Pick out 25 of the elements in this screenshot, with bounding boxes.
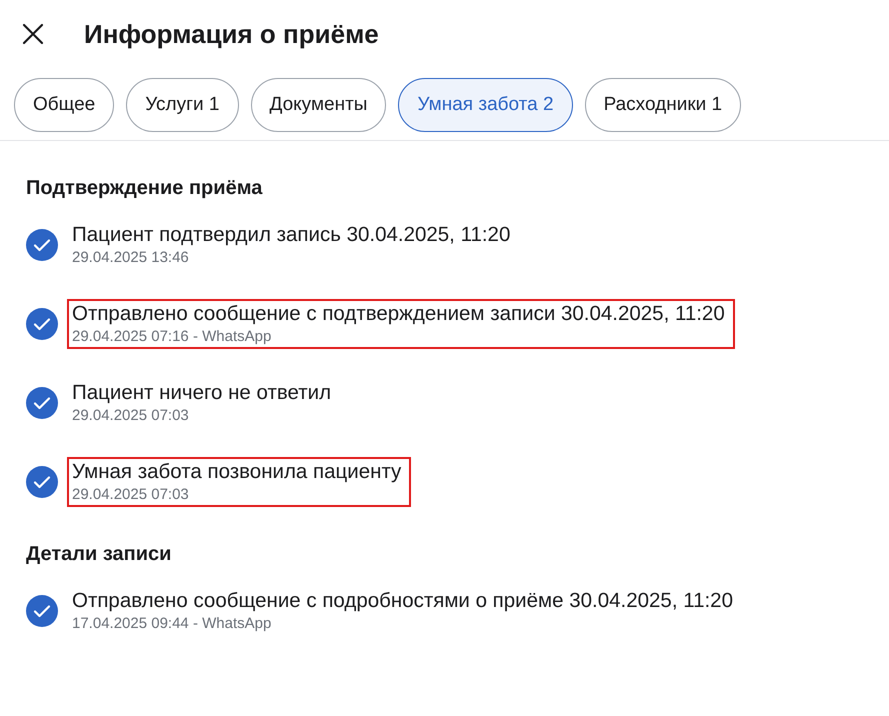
tab[interactable]: Документы xyxy=(250,78,386,132)
event-timestamp: 29.04.2025 07:03 xyxy=(72,407,190,424)
event-timestamp: 17.04.2025 09:44 - WhatsApp xyxy=(72,615,272,632)
event-text: Пациент подтвердил запись 30.04.2025, 11:20 xyxy=(72,223,510,247)
section-title: Детали записи xyxy=(26,543,172,566)
event-text: Умная забота позвонила пациенту xyxy=(72,460,402,484)
check-circle-icon xyxy=(26,595,58,627)
event-text: Отправлено сообщение с подробностями о приёме 30.04.2025, 11:20 xyxy=(72,589,733,613)
tab[interactable]: Услуги 1 xyxy=(126,78,238,132)
event-timestamp: 29.04.2025 07:03 xyxy=(72,486,190,503)
dialog-title: Информация о приёме xyxy=(84,18,379,50)
check-circle-icon xyxy=(26,308,58,340)
event-timestamp: 29.04.2025 07:16 - WhatsApp xyxy=(72,328,272,345)
check-circle-icon xyxy=(26,387,58,419)
close-button[interactable] xyxy=(20,21,46,47)
event-text: Отправлено сообщение с подтверждением записи 30.04.2025, 11:20 xyxy=(72,302,725,326)
event-timestamp: 29.04.2025 13:46 xyxy=(72,249,190,266)
check-circle-icon xyxy=(26,229,58,261)
event-text: Пациент ничего не ответил xyxy=(72,381,332,405)
tab[interactable]: Общее xyxy=(14,78,114,132)
close-icon xyxy=(22,23,44,45)
section-title: Подтверждение приёма xyxy=(26,177,264,200)
tab[interactable]: Умная забота 2 xyxy=(398,78,573,132)
tab[interactable]: Расходники 1 xyxy=(584,78,742,132)
check-circle-icon xyxy=(26,466,58,498)
